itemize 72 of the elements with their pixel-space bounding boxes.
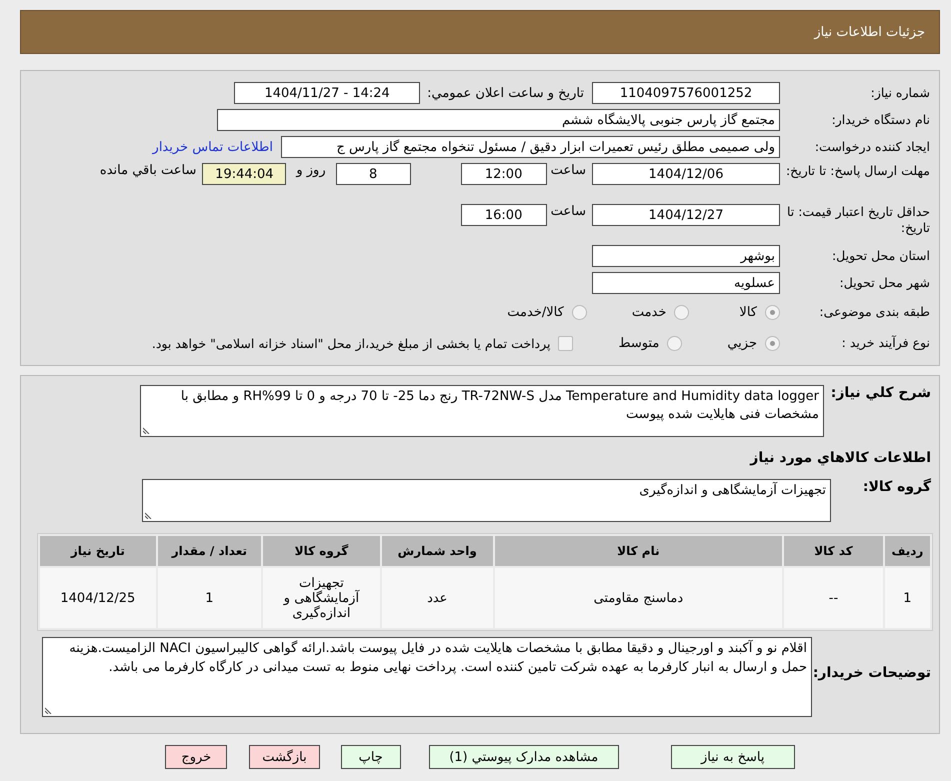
page-title: جزئیات اطلاعات نیاز bbox=[814, 24, 925, 40]
text-field[interactable]: مجتمع گاز پارس جنوبی پالایشگاه ششم bbox=[217, 109, 780, 131]
section-heading: اطلاعات کالاهاي مورد نياز bbox=[748, 450, 931, 468]
action-button[interactable]: مشاهده مدارک پیوستي (1) bbox=[428, 745, 619, 770]
buyer-contact-link[interactable]: اطلاعات تماس خریدار bbox=[152, 140, 273, 154]
field-label: طبقه بندی موضوعی: bbox=[818, 304, 930, 320]
radio-button[interactable] bbox=[667, 336, 682, 350]
text-field[interactable]: 16:00 bbox=[460, 204, 547, 226]
table-cell: 1 bbox=[158, 568, 261, 628]
table-cell: -- bbox=[784, 568, 883, 628]
column-header: واحد شمارش bbox=[382, 536, 493, 566]
remaining-label: ساعت باقي مانده bbox=[100, 163, 196, 178]
goods-group-box[interactable]: تجهیزات آزمایشگاهی و اندازه‌گیری bbox=[142, 479, 831, 522]
field-label: تاريخ و ساعت اعلان عمومي: bbox=[427, 86, 584, 100]
radio-button[interactable] bbox=[765, 336, 780, 350]
action-button[interactable]: بازگشت bbox=[249, 745, 320, 770]
column-header: رديف bbox=[884, 536, 930, 566]
field-label: نوع فرآیند خرید : bbox=[840, 335, 930, 351]
action-button[interactable]: چاپ bbox=[340, 745, 401, 770]
resize-grip-icon[interactable] bbox=[45, 706, 53, 714]
field-label: حداقل تاریخ اعتبار قیمت: تا تاریخ: bbox=[786, 204, 930, 236]
column-header: تاریخ نیاز bbox=[40, 536, 156, 566]
time-label: ساعت bbox=[550, 204, 586, 219]
resize-grip-icon[interactable] bbox=[143, 426, 151, 434]
checkbox[interactable] bbox=[558, 336, 574, 350]
text-field[interactable]: ولی صمیمی مطلق رئیس تعمیرات ابزار دقیق / مسئول تنخواه مجتمع گاز پارس ج bbox=[281, 136, 780, 158]
radio-button[interactable] bbox=[674, 304, 690, 320]
field-label: شهر محل تحویل: bbox=[838, 275, 930, 291]
field-label: شماره نیاز: bbox=[870, 85, 930, 101]
radio-label: خدمت bbox=[632, 304, 666, 320]
field-label: نام دستگاه خريدار: bbox=[830, 112, 930, 128]
text-field[interactable]: 1404/11/27 - 14:24 bbox=[234, 82, 420, 104]
time-label: ساعت bbox=[550, 163, 586, 178]
field-label: مهلت ارسال پاسخ: تا تاریخ: bbox=[784, 163, 930, 179]
description-box[interactable]: Temperature and Humidity data logger مدل TR-72NW-S رنج دما 25- تا 70 درجه و 0 تا 99%RH و مطابق با مشخصات فنی هایلایت شده پیوست bbox=[140, 385, 824, 438]
radio-label: جزيي bbox=[727, 336, 757, 350]
column-header: نام کالا bbox=[494, 536, 782, 566]
radio-label: کالا/خدمت bbox=[507, 304, 564, 320]
goods-group-text: تجهیزات آزمایشگاهی و اندازه‌گیری bbox=[639, 483, 826, 498]
description-text: Temperature and Humidity data logger مدل TR-72NW-S رنج دما 25- تا 70 درجه و 0 تا 99%RH و مطابق با مشخصات فنی هایلایت شده پیوست bbox=[180, 389, 819, 422]
action-button[interactable]: خروج bbox=[165, 745, 228, 770]
radio-button[interactable] bbox=[572, 304, 587, 320]
action-button[interactable]: پاسخ به نیاز bbox=[670, 745, 795, 770]
days-label: روز و bbox=[296, 163, 326, 178]
radio-label: کالا bbox=[739, 304, 757, 320]
table-cell: 1404/12/25 bbox=[40, 568, 156, 628]
field-label: استان محل تحویل: bbox=[830, 248, 930, 264]
field-label: گروه کالا: bbox=[862, 479, 931, 497]
column-header: گروه کالا bbox=[263, 536, 380, 566]
text-field[interactable]: 8 bbox=[336, 163, 411, 185]
column-header: تعداد / مقدار bbox=[158, 536, 261, 566]
radio-label: متوسط bbox=[618, 336, 660, 350]
table-cell: تجهیزات آزمایشگاهی و اندازه‌گیری bbox=[263, 568, 380, 628]
text-field[interactable]: 1404/12/27 bbox=[592, 204, 780, 226]
table-cell: دماسنج مقاومتی bbox=[494, 568, 782, 628]
treasury-note: پرداخت تمام یا بخشی از مبلغ خرید،از محل "اسناد خزانه اسلامی" خواهد بود. bbox=[152, 336, 550, 350]
resize-grip-icon[interactable] bbox=[145, 511, 153, 520]
radio-button[interactable] bbox=[765, 304, 780, 320]
remaining-time-field[interactable]: 19:44:04 bbox=[202, 163, 286, 185]
field-label: شرح کلي نياز: bbox=[830, 385, 931, 402]
column-header: کد کالا bbox=[784, 536, 883, 566]
field-label: ایجاد کننده درخواست: bbox=[814, 139, 930, 155]
table-cell: 1 bbox=[884, 568, 930, 628]
table-cell: عدد bbox=[382, 568, 493, 628]
buyer-notes-text: اقلام نو و آکبند و اورجینال و دقیقا مطابق با مشخصات هایلایت شده در فایل پیوست باشد.ارائه گواهی کالیبراسیون NACI الزامیست.هزینه حمل و ارسال به انبار کارفرما به عهده شرکت تامین کننده است. پرداخت نهایی منوط به تست میدانی در کارگاه کارفرما می باشد. bbox=[69, 641, 807, 675]
text-field[interactable]: 12:00 bbox=[460, 163, 547, 185]
text-field[interactable]: بوشهر bbox=[592, 245, 780, 267]
buyer-notes-box[interactable] bbox=[42, 637, 812, 718]
text-field[interactable]: عسلویه bbox=[592, 272, 780, 294]
text-field[interactable]: 1404/12/06 bbox=[592, 163, 780, 185]
text-field[interactable]: 1104097576001252 bbox=[592, 82, 780, 104]
field-label: توضیحات خریدار: bbox=[812, 664, 931, 683]
